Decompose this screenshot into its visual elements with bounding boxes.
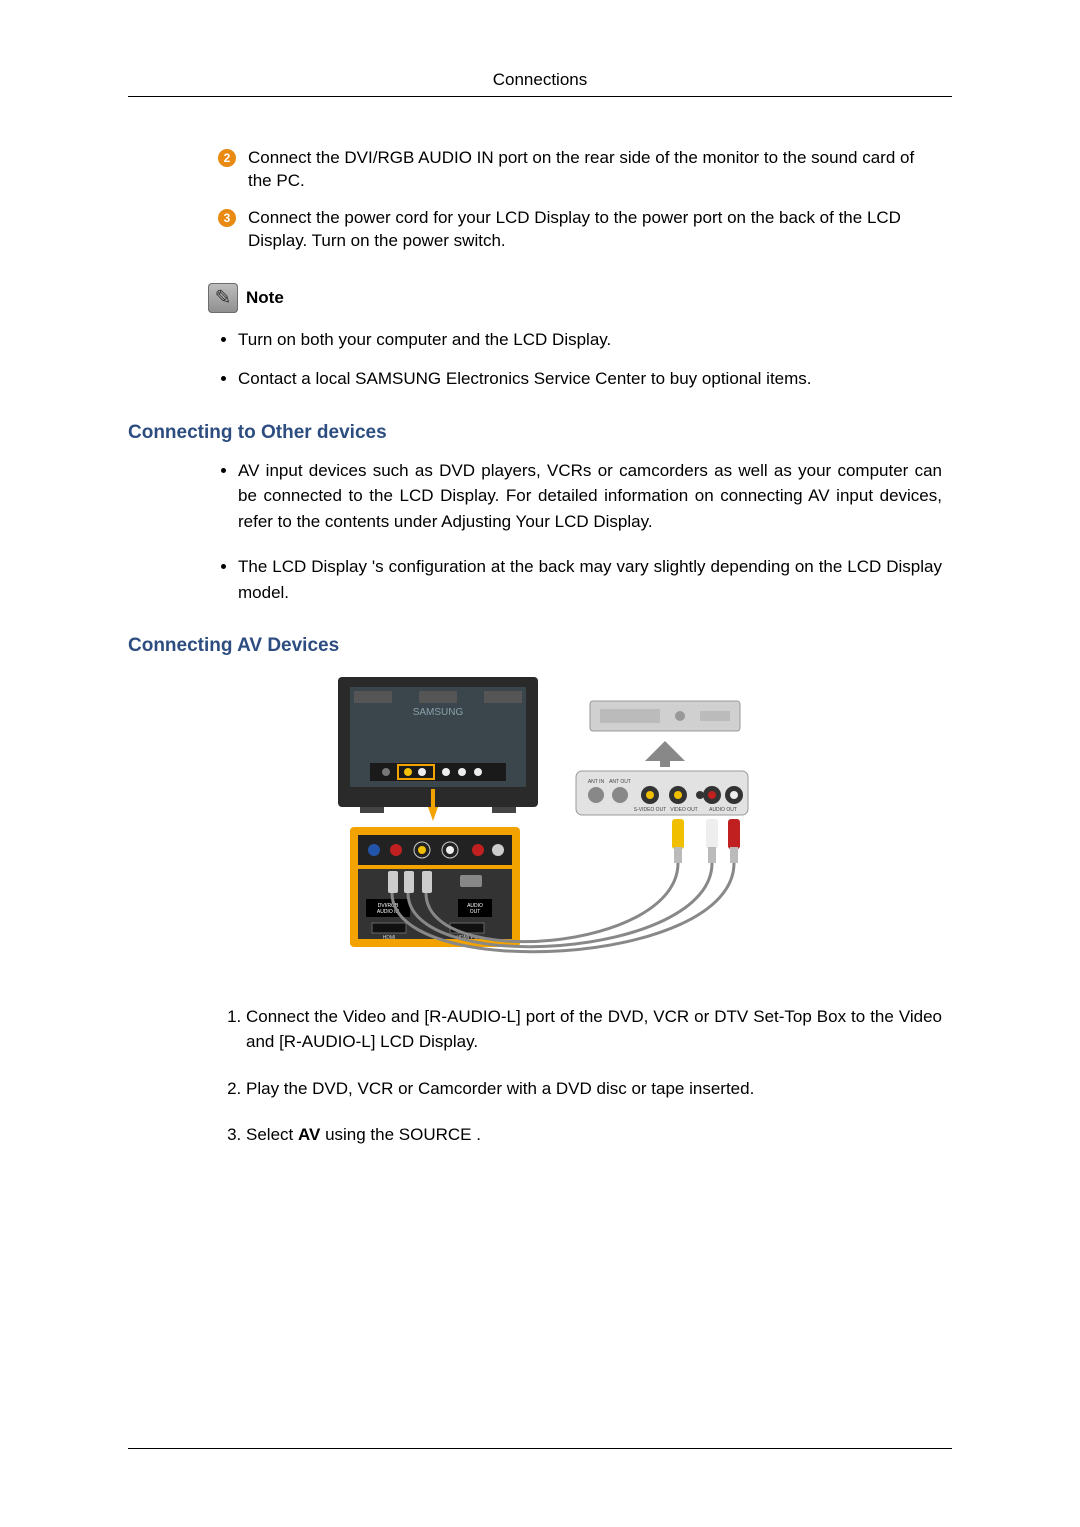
bottom-rule [128,1448,952,1449]
step-2: 2 Connect the DVI/RGB AUDIO IN port on t… [218,147,940,193]
av-step-3-bold: AV [298,1125,320,1144]
svg-text:ANT OUT: ANT OUT [609,779,631,785]
other-item-2: The LCD Display 's configuration at the … [238,554,952,605]
svg-text:HDMI: HDMI [383,935,396,941]
connection-diagram-svg: SAMSUNG [330,671,750,981]
svg-text:AUDIO OUT: AUDIO OUT [709,807,737,813]
svg-text:OUT: OUT [470,909,481,915]
step-list: 2 Connect the DVI/RGB AUDIO IN port on t… [218,147,940,253]
av-step-2: Play the DVD, VCR or Camcorder with a DV… [246,1077,952,1102]
top-rule [128,96,952,97]
av-step-3-post: using the SOURCE . [320,1125,481,1144]
step-3: 3 Connect the power cord for your LCD Di… [218,207,940,253]
step-3-badge: 3 [218,209,236,227]
av-step-3: Select AV using the SOURCE . [246,1123,952,1148]
step-3-text: Connect the power cord for your LCD Disp… [248,207,940,253]
diagram-monitor-brand: SAMSUNG [413,707,464,718]
note-item-2: Contact a local SAMSUNG Electronics Serv… [238,366,952,392]
page-header: Connections [128,70,952,90]
svg-text:S-VIDEO OUT: S-VIDEO OUT [634,807,667,813]
other-item-1: AV input devices such as DVD players, VC… [238,458,952,535]
av-connection-diagram: SAMSUNG [128,671,952,981]
step-2-text: Connect the DVI/RGB AUDIO IN port on the… [248,147,940,193]
av-steps: Connect the Video and [R-AUDIO-L] port o… [128,1005,952,1148]
svg-text:ANT IN: ANT IN [588,779,605,785]
other-devices-bullets: AV input devices such as DVD players, VC… [128,458,952,606]
note-block: Note [208,283,952,313]
pencil-note-icon [208,283,238,313]
av-step-3-pre: Select [246,1125,298,1144]
note-bullets: Turn on both your computer and the LCD D… [128,327,952,392]
svg-text:VIDEO OUT: VIDEO OUT [670,807,698,813]
note-item-1: Turn on both your computer and the LCD D… [238,327,952,353]
heading-other-devices: Connecting to Other devices [128,422,952,444]
heading-av-devices: Connecting AV Devices [128,635,952,657]
step-2-badge: 2 [218,149,236,167]
av-step-1: Connect the Video and [R-AUDIO-L] port o… [246,1005,952,1054]
note-label: Note [246,288,284,308]
